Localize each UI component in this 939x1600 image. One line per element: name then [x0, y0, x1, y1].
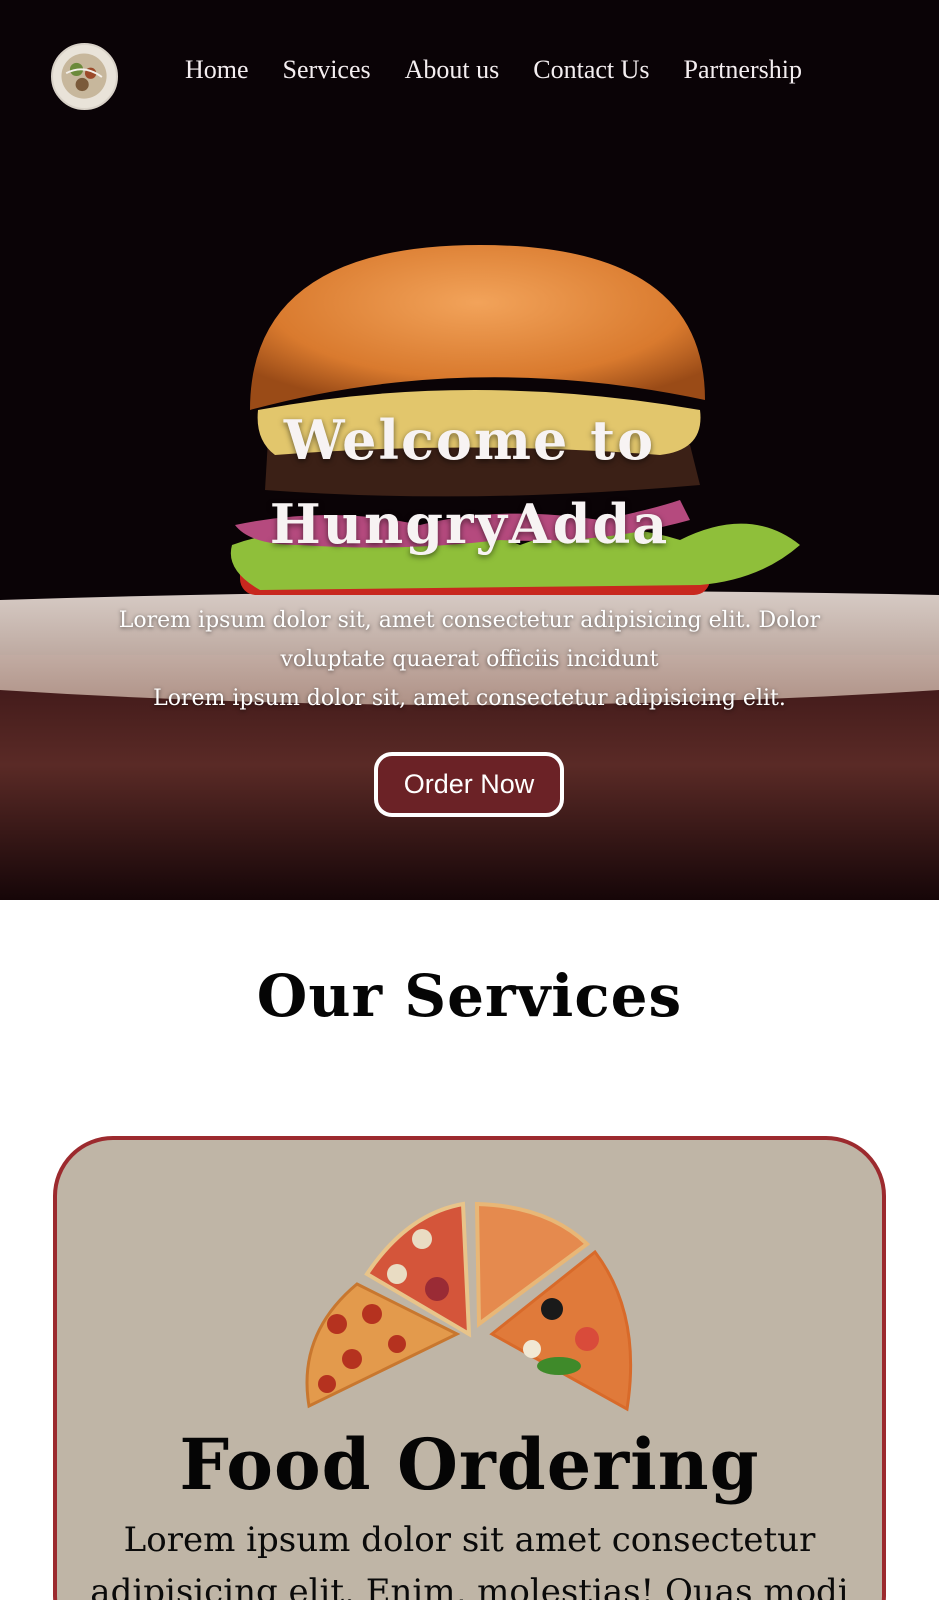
nav-links: Home Services About us Contact Us Partne…	[185, 52, 836, 88]
card-description-line1: Lorem ipsum dolor sit amet consectetur	[123, 1520, 816, 1560]
hero-subtitle-line1: Lorem ipsum dolor sit, amet consectetur …	[118, 608, 821, 633]
card-title: Food Ordering	[179, 1423, 760, 1506]
logo-graphic	[53, 45, 115, 107]
nav-link-partnership[interactable]: Partnership	[684, 52, 802, 88]
food-plate-logo-icon[interactable]	[51, 43, 118, 110]
order-now-button[interactable]: Order Now	[374, 752, 564, 817]
card-description: Lorem ipsum dolor sit amet consectetur a…	[87, 1514, 852, 1600]
hero-subtitle-line2: voluptate quaerat officiis incidunt	[280, 647, 659, 672]
main-navigation: Home Services About us Contact Us Partne…	[0, 0, 939, 140]
nav-link-services[interactable]: Services	[283, 52, 371, 88]
pizza-slices-image	[305, 1201, 633, 1412]
services-heading: Our Services	[256, 962, 683, 1030]
hero-title: Welcome to HungryAdda	[0, 398, 939, 566]
hero-subtitle: Lorem ipsum dolor sit, amet consectetur …	[70, 601, 869, 718]
nav-link-contact-us[interactable]: Contact Us	[533, 52, 649, 88]
card-description-line2: adipisicing elit. Enim, molestias! Quas …	[90, 1572, 849, 1600]
hero-title-line1: Welcome to	[283, 408, 656, 472]
hero-section: Home Services About us Contact Us Partne…	[0, 0, 939, 900]
nav-link-about-us[interactable]: About us	[405, 52, 500, 88]
nav-link-home[interactable]: Home	[185, 52, 249, 88]
hero-subtitle-line3: Lorem ipsum dolor sit, amet consectetur …	[153, 686, 786, 711]
hero-title-line2: HungryAdda	[269, 492, 670, 556]
service-card-food-ordering[interactable]: Food Ordering Lorem ipsum dolor sit amet…	[53, 1136, 886, 1600]
